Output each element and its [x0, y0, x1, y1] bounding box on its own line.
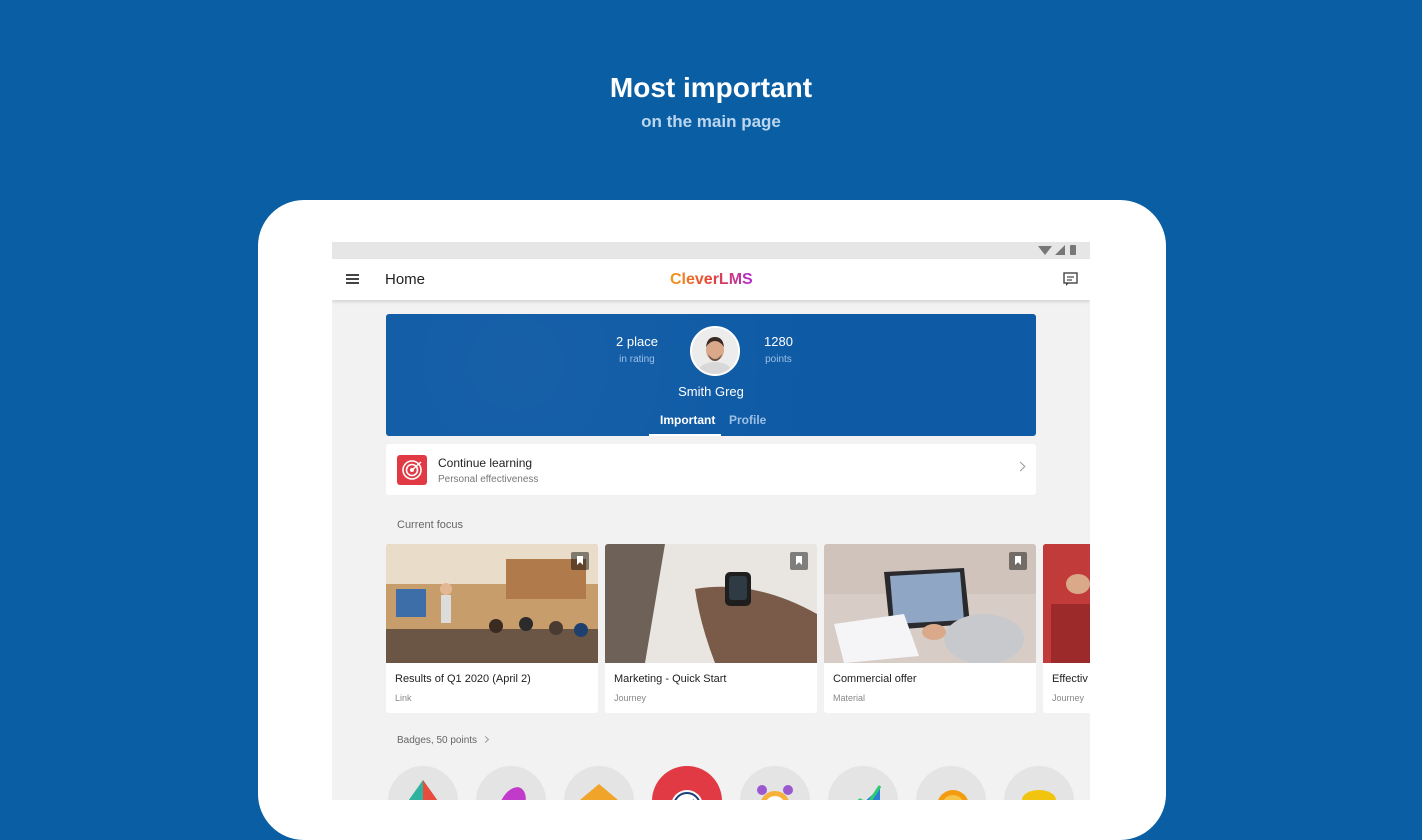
focus-card[interactable]: Marketing - Quick Start Journey — [605, 544, 817, 713]
bookmark-icon[interactable] — [1009, 552, 1027, 570]
focus-card[interactable]: Commercial offer Material — [824, 544, 1036, 713]
promo-title: Most important — [609, 72, 813, 103]
card-title: Commercial offer — [833, 673, 917, 685]
focus-card[interactable]: Results of Q1 2020 (April 2) Link — [386, 544, 598, 713]
focus-card[interactable]: Effectiv Journey — [1043, 544, 1090, 713]
current-focus-carousel[interactable]: Results of Q1 2020 (April 2) Link Market… — [386, 544, 1090, 714]
rank-value: 2 place — [616, 334, 658, 349]
card-image — [386, 544, 598, 663]
signal-icon — [1055, 245, 1065, 255]
chat-icon[interactable] — [1063, 272, 1078, 286]
battery-icon — [1070, 245, 1076, 255]
badge-alarm-clock[interactable] — [740, 766, 810, 800]
card-type: Material — [833, 693, 866, 703]
page-title: Home — [385, 271, 426, 288]
app-screen: Home CleverLMS 2 place in rating 1280 po… — [332, 242, 1090, 800]
user-name: Smith Greg — [678, 384, 744, 399]
points-label: points — [765, 354, 792, 365]
avatar[interactable] — [690, 326, 740, 376]
bookmark-icon[interactable] — [571, 552, 589, 570]
card-title: Results of Q1 2020 (April 2) — [395, 673, 531, 685]
card-image — [605, 544, 817, 663]
card-title: Effectiv — [1052, 673, 1088, 685]
app-bar: Home CleverLMS — [332, 259, 1090, 300]
badges-label: Badges, 50 points — [397, 735, 478, 746]
continue-learning-card[interactable]: Continue learning Personal effectiveness — [386, 444, 1036, 495]
bookmark-icon[interactable] — [790, 552, 808, 570]
current-focus-label: Current focus — [397, 519, 464, 531]
profile-card: 2 place in rating 1280 points Smith Greg… — [386, 314, 1036, 436]
card-type: Journey — [614, 693, 647, 703]
card-image — [824, 544, 1036, 663]
points-value: 1280 — [764, 334, 793, 349]
continue-subtitle: Personal effectiveness — [438, 474, 539, 485]
badges-header[interactable]: Badges, 50 points — [397, 735, 490, 746]
menu-icon[interactable] — [346, 274, 359, 285]
badge-growth-chart[interactable] — [828, 766, 898, 800]
badge-house[interactable] — [564, 766, 634, 800]
wifi-icon — [1038, 245, 1052, 255]
badge-coin[interactable] — [916, 766, 986, 800]
promo-subtitle: on the main page — [641, 112, 781, 131]
rank-stat: 2 place in rating — [616, 334, 658, 365]
continue-title: Continue learning — [438, 456, 533, 470]
logo: CleverLMS — [670, 271, 753, 288]
tab-profile[interactable]: Profile — [729, 413, 766, 427]
rank-label: in rating — [619, 354, 655, 365]
active-tab-indicator — [649, 434, 721, 436]
card-image — [1043, 544, 1090, 663]
target-icon — [397, 455, 427, 485]
card-type: Journey — [1052, 693, 1085, 703]
badge-diamond[interactable] — [388, 766, 458, 800]
badge-pen[interactable] — [476, 766, 546, 800]
points-stat: 1280 points — [764, 334, 793, 365]
badge-trophy[interactable] — [1004, 766, 1074, 800]
chevron-right-icon — [1015, 461, 1026, 472]
tab-important[interactable]: Important — [660, 413, 715, 427]
card-type: Link — [395, 693, 412, 703]
chevron-right-icon — [482, 735, 490, 744]
badge-stopwatch[interactable] — [652, 766, 722, 800]
status-bar — [332, 242, 1090, 259]
card-title: Marketing - Quick Start — [614, 673, 727, 685]
